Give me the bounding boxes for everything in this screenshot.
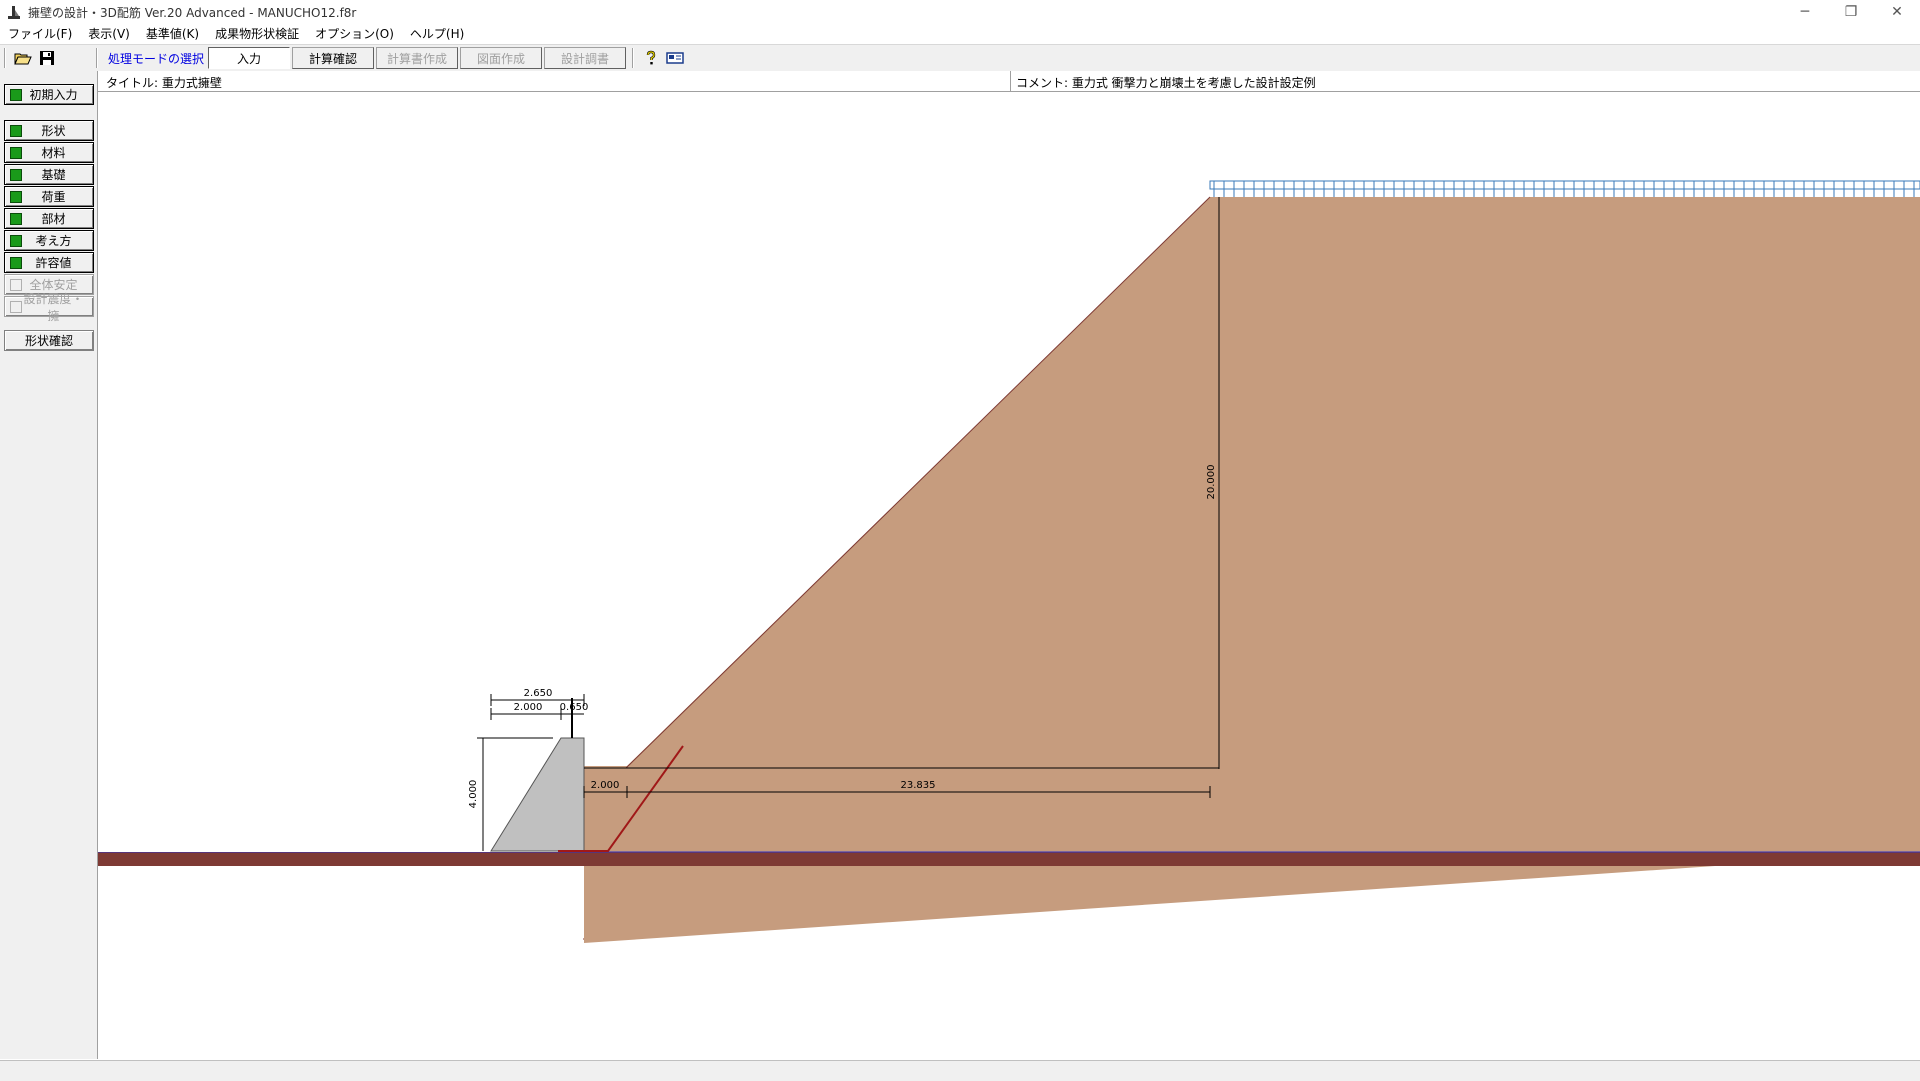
menu-view[interactable]: 表示(V) (80, 24, 138, 44)
open-file-button[interactable] (12, 47, 34, 69)
app-icon (8, 6, 20, 19)
mode-calc-check-button[interactable]: 計算確認 (292, 47, 375, 69)
dim-wall-height: 4.000 (468, 780, 479, 809)
dim-top-total: 2.650 (524, 688, 553, 699)
sidebar-item-label: 部材 (41, 212, 66, 226)
checkbox-checked-icon (10, 212, 22, 225)
menu-file[interactable]: ファイル(F) (0, 24, 80, 44)
sidebar-item-allowable[interactable]: 許容値 (4, 252, 94, 273)
info-bar: タイトル: 重力式擁壁 コメント: 重力式 衝撃力と崩壊土を考慮した設計設定例 (98, 71, 1920, 92)
checkbox-checked-icon (10, 146, 22, 159)
sidebar-item-label: 初期入力 (29, 88, 78, 102)
checkbox-checked-icon (10, 88, 22, 101)
sidebar-item-label: 形状 (41, 124, 66, 138)
mode-input-button[interactable]: 入力 (208, 47, 291, 69)
drawing-canvas[interactable]: 2.650 2.000 0.650 4.000 20.000 2.000 23.… (98, 92, 1920, 1058)
ground-layer (98, 852, 1920, 866)
menu-deliverable-check[interactable]: 成果物形状検証 (207, 24, 307, 44)
folder-open-icon (14, 53, 32, 65)
menu-help[interactable]: ヘルプ(H) (402, 24, 472, 44)
soil-full-fill (584, 197, 1920, 852)
toolbar-separator (632, 48, 635, 68)
sidebar-item-seismic: 設計震度・擁 (4, 292, 94, 323)
restore-button[interactable]: ❐ (1828, 0, 1874, 24)
checkbox-checked-icon (10, 256, 22, 269)
dim-gap-width: 2.000 (591, 780, 620, 791)
design-comment: コメント: 重力式 衝撃力と崩壊土を考慮した設計設定例 (1016, 76, 1316, 90)
save-disk-icon (40, 51, 54, 65)
sidebar-item-approach[interactable]: 考え方 (4, 230, 94, 251)
sidebar-item-label: 材料 (41, 146, 66, 160)
retaining-wall-drawing: 2.650 2.000 0.650 4.000 20.000 2.000 23.… (98, 180, 1920, 943)
toolbar: 処理モードの選択 入力 計算確認 計算書作成 図面作成 設計調書 (0, 44, 1920, 72)
checkbox-unchecked-icon (10, 300, 22, 313)
sidebar-item-label: 設計震度・擁 (23, 291, 84, 323)
mode-drawing-button: 図面作成 (460, 47, 543, 69)
info-button[interactable] (664, 47, 686, 69)
mode-select-label: 処理モードの選択 (108, 51, 205, 66)
mode-design-sheet-button: 設計調書 (544, 47, 627, 69)
toolbar-separator (4, 48, 6, 68)
mode-calc-report-button: 計算書作成 (376, 47, 459, 69)
dim-top-base: 2.000 (514, 702, 543, 713)
help-button[interactable] (640, 47, 662, 69)
menu-bar: ファイル(F) 表示(V) 基準値(K) 成果物形状検証 オプション(O) ヘル… (0, 24, 1920, 44)
checkbox-checked-icon (10, 168, 22, 181)
shape-check-button[interactable]: 形状確認 (4, 330, 94, 351)
window-controls: ─ ❐ ✕ (1782, 0, 1920, 24)
info-divider (1010, 71, 1011, 91)
sidebar-item-label: 基礎 (41, 168, 66, 182)
sidebar-item-load[interactable]: 荷重 (4, 186, 94, 207)
sidebar-item-shape[interactable]: 形状 (4, 120, 94, 141)
sidebar-item-material[interactable]: 材料 (4, 142, 94, 163)
sidebar-item-label: 許容値 (35, 256, 72, 270)
checkbox-checked-icon (10, 234, 22, 247)
toolbar-separator (96, 48, 98, 68)
close-button[interactable]: ✕ (1874, 0, 1920, 24)
dim-top-crown: 0.650 (560, 702, 589, 713)
help-question-icon (646, 50, 656, 65)
sidebar-item-member[interactable]: 部材 (4, 208, 94, 229)
title-bar: 擁壁の設計・3D配筋 Ver.20 Advanced - MANUCHO12.f… (0, 0, 1920, 24)
sidebar-item-initial-input[interactable]: 初期入力 (4, 84, 94, 105)
dim-slope-width: 23.835 (901, 780, 936, 791)
info-card-icon (666, 52, 684, 64)
input-sidebar: 初期入力 形状 材料 基礎 荷重 部材 考え方 許容値 全体安定 設計震度・擁 … (0, 71, 98, 1059)
checkbox-checked-icon (10, 190, 22, 203)
menu-standards[interactable]: 基準値(K) (138, 24, 207, 44)
status-bar (0, 1060, 1920, 1081)
window-title: 擁壁の設計・3D配筋 Ver.20 Advanced - MANUCHO12.f… (28, 5, 357, 20)
checkbox-unchecked-icon (10, 278, 22, 291)
checkbox-checked-icon (10, 124, 22, 137)
save-file-button[interactable] (36, 47, 58, 69)
sidebar-item-label: 考え方 (35, 234, 72, 248)
shape-check-label: 形状確認 (24, 334, 73, 348)
dim-slope-height: 20.000 (1206, 465, 1217, 500)
minimize-button[interactable]: ─ (1782, 0, 1828, 24)
sidebar-item-label: 荷重 (41, 190, 66, 204)
sidebar-item-foundation[interactable]: 基礎 (4, 164, 94, 185)
menu-options[interactable]: オプション(O) (307, 24, 402, 44)
design-title: タイトル: 重力式擁壁 (106, 76, 222, 90)
